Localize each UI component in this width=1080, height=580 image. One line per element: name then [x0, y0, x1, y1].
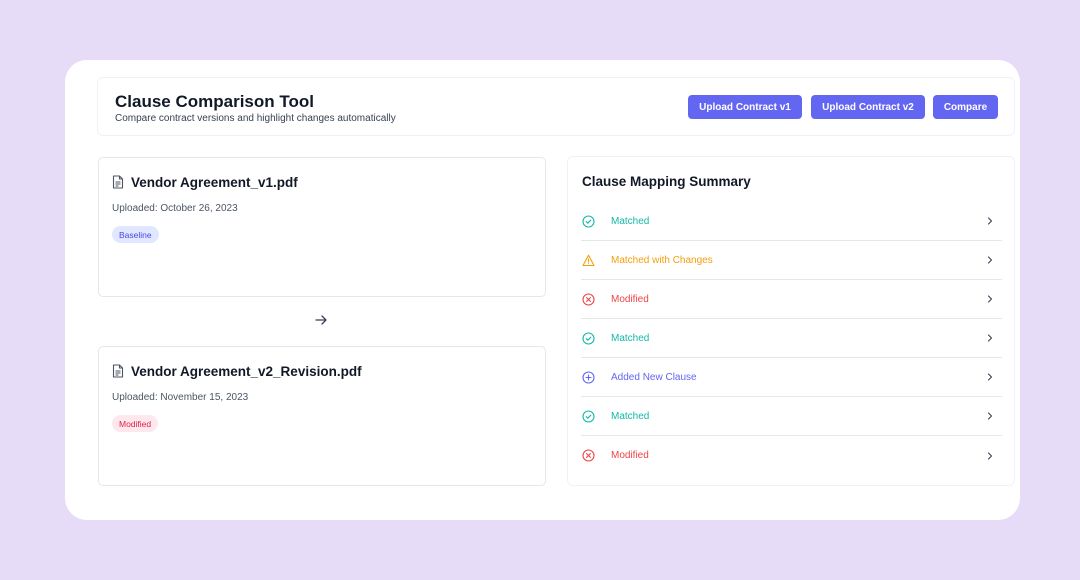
page-title: Clause Comparison Tool [115, 92, 314, 111]
baseline-badge: Baseline [112, 226, 159, 243]
document-icon [112, 364, 124, 378]
summary-title: Clause Mapping Summary [582, 174, 751, 189]
main-card: Clause Comparison Tool Compare contract … [65, 60, 1020, 520]
x-circle-icon [582, 292, 595, 306]
chevron-right-icon [987, 451, 993, 460]
document-card-v2[interactable]: Vendor Agreement_v2_Revision.pdf Uploade… [98, 346, 546, 486]
arrow-right-icon [315, 315, 327, 325]
document-card-v1[interactable]: Vendor Agreement_v1.pdf Uploaded: Octobe… [98, 157, 546, 297]
clause-status: Added New Clause [611, 371, 697, 383]
check-circle-icon [582, 214, 595, 228]
clause-row[interactable]: Modified [581, 280, 1002, 319]
clause-row[interactable]: Modified [581, 436, 1002, 475]
clause-row[interactable]: Matched [581, 397, 1002, 436]
chevron-right-icon [987, 217, 993, 225]
chevron-right-icon [987, 373, 993, 381]
clause-status: Matched [611, 332, 650, 344]
plus-circle-icon [582, 370, 595, 384]
check-circle-icon [582, 331, 595, 345]
header-panel: Clause Comparison Tool Compare contract … [97, 77, 1015, 136]
x-circle-icon [582, 449, 595, 462]
clause-row[interactable]: Added New Clause [581, 358, 1002, 397]
clause-status: Matched with Changes [611, 254, 713, 266]
upload-date: Uploaded: November 15, 2023 [112, 392, 249, 403]
clause-row[interactable]: Matched with Changes [581, 241, 1002, 280]
page-subtitle: Compare contract versions and highlight … [115, 113, 396, 124]
upload-date: Uploaded: October 26, 2023 [112, 203, 238, 214]
clause-status: Matched [611, 410, 650, 422]
compare-button[interactable]: Compare [933, 95, 998, 119]
modified-badge: Modified [112, 415, 159, 432]
chevron-right-icon [987, 334, 993, 342]
clause-row[interactable]: Matched [581, 202, 1002, 241]
chevron-right-icon [987, 412, 993, 420]
upload-contract-v1-button[interactable]: Upload Contract v1 [688, 95, 802, 119]
warning-triangle-icon [582, 254, 595, 266]
chevron-right-icon [987, 256, 993, 264]
chevron-right-icon [987, 295, 993, 303]
document-name: Vendor Agreement_v2_Revision.pdf [131, 364, 362, 379]
upload-contract-v2-button[interactable]: Upload Contract v2 [811, 95, 925, 119]
clause-status: Modified [611, 293, 649, 305]
document-icon [112, 175, 124, 189]
clause-row[interactable]: Matched [581, 319, 1002, 358]
check-circle-icon [582, 409, 595, 423]
clause-mapping-summary-panel: Clause Mapping Summary Matched Matched w… [567, 156, 1015, 486]
clause-status: Matched [611, 215, 650, 227]
document-name: Vendor Agreement_v1.pdf [131, 175, 298, 190]
clause-status: Modified [611, 450, 649, 461]
